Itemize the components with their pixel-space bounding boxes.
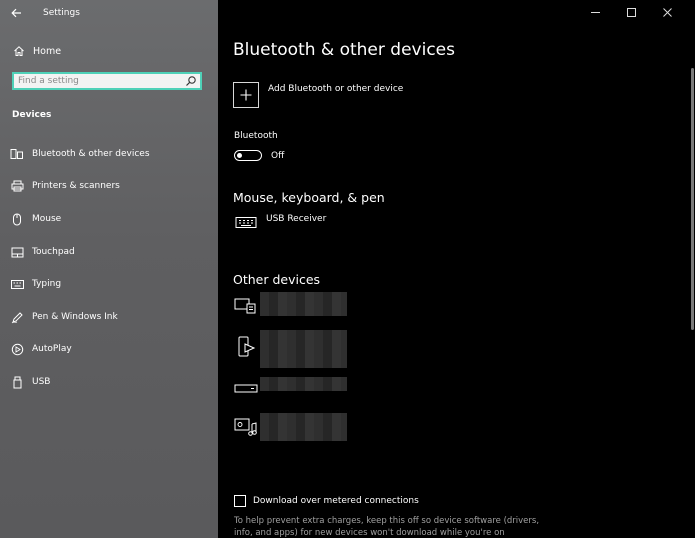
plus-icon <box>240 89 252 101</box>
media-device-icon <box>234 418 258 436</box>
app-title: Settings <box>43 8 80 18</box>
redacted-device-name <box>260 292 347 316</box>
main-content: Bluetooth & other devices Add Bluetooth … <box>218 0 695 538</box>
scrollbar[interactable] <box>691 68 694 330</box>
search-box[interactable] <box>12 72 202 90</box>
redacted-device-name <box>260 377 347 391</box>
sidebar-item-mouse[interactable]: Mouse <box>0 207 218 231</box>
sidebar-item-label: Pen & Windows Ink <box>32 312 118 322</box>
home-icon <box>12 44 26 58</box>
sidebar-item-bluetooth[interactable]: Bluetooth & other devices <box>0 142 218 166</box>
bluetooth-toggle[interactable] <box>234 150 262 161</box>
redacted-device-name <box>260 330 347 368</box>
drive-icon <box>234 380 258 398</box>
keyboard-icon <box>234 213 258 231</box>
sidebar-item-touchpad[interactable]: Touchpad <box>0 240 218 264</box>
printer-icon <box>10 179 24 193</box>
sidebar-item-label: Typing <box>32 279 62 289</box>
add-device-label: Add Bluetooth or other device <box>268 84 404 94</box>
other-device-item[interactable] <box>234 380 258 398</box>
close-icon <box>662 7 672 17</box>
sidebar-item-label: Printers & scanners <box>32 181 120 191</box>
search-icon[interactable] <box>185 75 197 87</box>
home-label: Home <box>33 45 62 57</box>
back-arrow-icon <box>10 8 21 18</box>
redacted-device-name <box>260 413 347 441</box>
metered-checkbox-label: Download over metered connections <box>253 496 419 506</box>
mouse-keyboard-pen-title: Mouse, keyboard, & pen <box>233 190 385 205</box>
sidebar-item-home[interactable]: Home <box>0 40 218 62</box>
sidebar-item-typing[interactable]: Typing <box>0 272 218 296</box>
add-device-button[interactable]: Add Bluetooth or other device <box>233 82 403 108</box>
device-name: USB Receiver <box>266 214 327 224</box>
minimize-icon <box>590 11 600 13</box>
touchpad-icon <box>10 245 24 259</box>
sidebar-item-label: Touchpad <box>32 247 75 257</box>
toggle-knob <box>237 152 242 158</box>
settings-window: Settings Home Devices <box>0 0 695 538</box>
sidebar-item-usb[interactable]: USB <box>0 370 218 394</box>
sidebar-item-label: AutoPlay <box>32 344 72 354</box>
back-button[interactable] <box>6 3 26 23</box>
display-wireless-icon <box>234 297 258 315</box>
bluetooth-label: Bluetooth <box>234 131 278 141</box>
sidebar-item-autoplay[interactable]: AutoPlay <box>0 337 218 361</box>
phone-media-icon <box>234 336 258 357</box>
maximize-button[interactable] <box>613 4 649 20</box>
sidebar-item-label: Mouse <box>32 214 62 224</box>
search-input[interactable] <box>18 74 178 88</box>
bluetooth-devices-icon <box>10 147 24 161</box>
other-devices-title: Other devices <box>233 272 321 287</box>
close-button[interactable] <box>649 4 685 20</box>
title-bar: Settings <box>0 0 218 26</box>
other-device-item[interactable] <box>234 297 258 315</box>
sidebar-item-label: USB <box>32 377 51 387</box>
pen-icon <box>10 310 24 324</box>
section-header-devices: Devices <box>12 110 52 120</box>
metered-checkbox[interactable] <box>234 495 246 507</box>
sidebar-item-pen[interactable]: Pen & Windows Ink <box>0 305 218 329</box>
other-device-item[interactable] <box>234 418 258 436</box>
mouse-icon <box>10 212 24 226</box>
usb-icon <box>10 375 24 389</box>
sidebar-item-label: Bluetooth & other devices <box>32 149 150 159</box>
bluetooth-state: Off <box>271 151 285 161</box>
metered-help-text: To help prevent extra charges, keep this… <box>234 516 540 538</box>
maximize-icon <box>626 7 636 17</box>
autoplay-icon <box>10 342 24 356</box>
minimize-button[interactable] <box>577 4 613 20</box>
device-usb-receiver[interactable]: USB Receiver <box>234 213 326 231</box>
metered-download-option[interactable]: Download over metered connections <box>234 495 419 507</box>
other-device-item[interactable] <box>234 336 258 357</box>
keyboard-icon <box>10 277 24 291</box>
window-controls <box>577 4 685 20</box>
add-device-box[interactable] <box>233 82 259 108</box>
page-title: Bluetooth & other devices <box>233 40 455 60</box>
sidebar-item-printers[interactable]: Printers & scanners <box>0 174 218 198</box>
sidebar: Settings Home Devices <box>0 0 218 538</box>
